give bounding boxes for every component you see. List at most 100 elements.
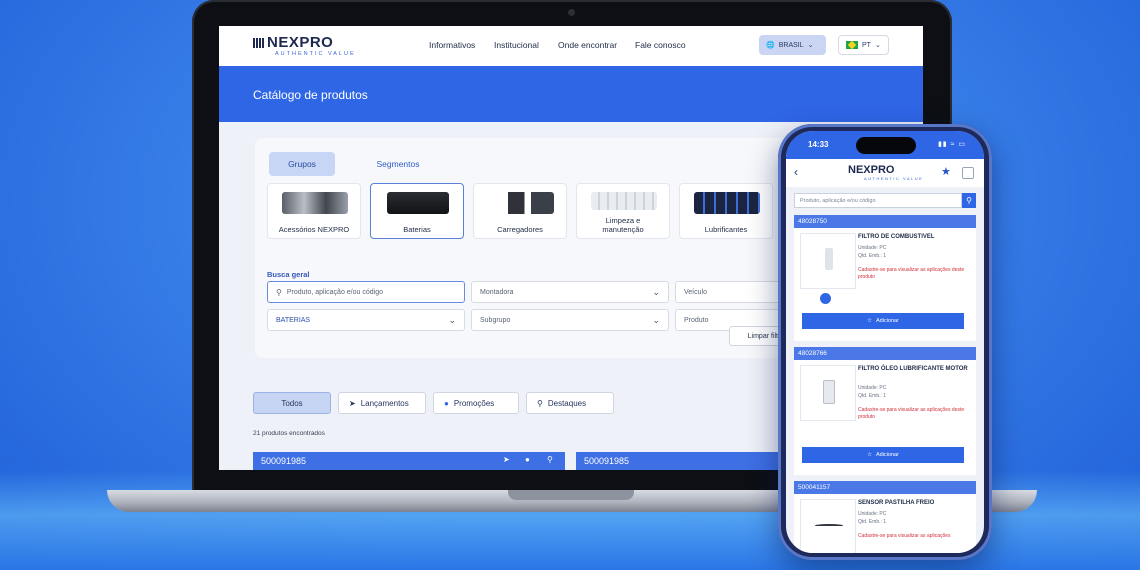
award-icon: ⚲ [547, 455, 553, 464]
product-code: 500091985 [584, 456, 630, 466]
product-unit: Unidade: PC [858, 385, 887, 391]
product-qty: Qtd. Emb.: 1 [858, 519, 887, 525]
search-icon: ⚲ [966, 196, 972, 205]
logo-tagline: AUTHENTIC VALUE [275, 51, 356, 57]
chevron-down-icon: ⌄ [652, 287, 660, 297]
rocket-icon: ➤ [503, 455, 510, 464]
montadora-value: Montadora [480, 288, 514, 296]
filter-promocoes[interactable]: ● Promoções [433, 392, 519, 414]
catalog-hero: Catálogo de produtos [219, 66, 923, 122]
list-item: 48028766 FILTRO ÓLEO LUBRIFICANTE MOTOR … [794, 347, 976, 475]
language-selector[interactable]: PT ⌄ [838, 35, 889, 55]
add-label: Adicionar [876, 318, 899, 324]
clock: 14:33 [808, 140, 829, 149]
product-image [800, 233, 856, 289]
group-baterias[interactable]: Baterias [370, 183, 464, 239]
subgrupo-select[interactable]: Subgrupo ⌄ [471, 309, 669, 331]
filter-label: Todos [281, 398, 303, 408]
promo-badge-icon [820, 293, 831, 304]
star-outline-icon: ☆ [867, 318, 872, 324]
star-outline-icon: ☆ [867, 452, 872, 458]
chevron-down-icon: ⌄ [652, 315, 660, 325]
product-image [800, 365, 856, 421]
add-label: Adicionar [876, 452, 899, 458]
product-code: 500091985 [261, 456, 307, 466]
sensor-shape [815, 524, 843, 527]
product-name: FILTRO DE COMBUSTIVEL [858, 234, 935, 240]
nav-fale-conosco[interactable]: Fale conosco [635, 40, 686, 50]
mobile-screen: 14:33 ▮▮ ≈ ▭ ‹ NEXPRO AUTHENTIC VALUE ★ … [786, 131, 984, 553]
nav-onde-encontrar[interactable]: Onde encontrar [558, 40, 617, 50]
group-list: Acessórios NEXPRO Baterias Carregadores … [267, 183, 773, 239]
product-unit: Unidade: PC [858, 511, 887, 517]
search-button[interactable]: ⚲ [962, 193, 976, 208]
favorites-star-icon[interactable]: ★ [941, 165, 951, 178]
cart-icon[interactable] [962, 167, 974, 179]
filter-todos[interactable]: Todos [253, 392, 331, 414]
tag-icon: ● [444, 398, 449, 408]
filter-destaques[interactable]: ⚲ Destaques [526, 392, 614, 414]
search-placeholder: Produto, aplicação e/ou código [286, 288, 383, 296]
product-card-header[interactable]: 500091985 [576, 452, 796, 470]
oil-filter-shape [823, 380, 835, 404]
add-button[interactable]: ☆ Adicionar [802, 447, 964, 463]
filter-lancamentos[interactable]: ➤ Lançamentos [338, 392, 426, 414]
logo-bars-icon [253, 38, 265, 48]
group-carregadores[interactable]: Carregadores [473, 183, 567, 239]
register-warning[interactable]: Cadastre-se para visualizar as aplicaçõe… [858, 267, 970, 281]
nav-institucional[interactable]: Institucional [494, 40, 539, 50]
region-selector[interactable]: 🌐 BRASIL ⌄ [759, 35, 826, 55]
search-icon: ⚲ [276, 287, 282, 297]
group-lubrificantes[interactable]: Lubrificantes [679, 183, 773, 239]
product-name: SENSOR PASTILHA FREIO [858, 500, 935, 506]
rocket-icon: ➤ [349, 398, 356, 408]
region-label: BRASIL [778, 41, 804, 49]
search-input[interactable]: ⚲ Produto, aplicação e/ou código [267, 281, 465, 303]
nav-informativos[interactable]: Informativos [429, 40, 475, 50]
search-placeholder: Produto, aplicação e/ou código [800, 197, 876, 204]
search-input[interactable]: Produto, aplicação e/ou código [794, 193, 962, 208]
filter-label: Destaques [547, 398, 587, 408]
group-label: Lubrificantes [704, 225, 748, 234]
accessories-image [282, 192, 348, 214]
logo-name: NEXPRO [848, 164, 895, 176]
back-arrow-icon[interactable]: ‹ [794, 165, 798, 179]
mobile-header: ‹ NEXPRO AUTHENTIC VALUE ★ [786, 159, 984, 187]
product-image [800, 499, 856, 553]
filter-label: Promoções [453, 398, 495, 408]
group-label: Limpeza e manutenção [602, 216, 644, 234]
veiculo-value: Veículo [684, 288, 707, 296]
top-navbar: NEXPRO AUTHENTIC VALUE Informativos Inst… [219, 26, 923, 66]
brazil-flag-icon [846, 40, 858, 50]
logo-tagline: AUTHENTIC VALUE [864, 176, 924, 181]
tag-icon: ● [525, 455, 530, 464]
grupo-select[interactable]: BATERIAS ⌄ [267, 309, 465, 331]
register-warning[interactable]: Cadastre-se para visualizar as aplicaçõe… [858, 407, 970, 421]
nexpro-logo[interactable]: NEXPRO AUTHENTIC VALUE [848, 164, 928, 181]
list-item: 500041157 SENSOR PASTILHA FREIO Unidade:… [794, 481, 976, 553]
add-button[interactable]: ☆ Adicionar [802, 313, 964, 329]
dynamic-island [856, 137, 916, 154]
lubricants-image [694, 192, 760, 214]
group-tabs: Grupos Segmentos [269, 152, 461, 176]
group-limpeza[interactable]: Limpeza e manutenção [576, 183, 670, 239]
group-acessorios[interactable]: Acessórios NEXPRO [267, 183, 361, 239]
register-warning[interactable]: Cadastre-se para visualizar as aplicaçõe… [858, 533, 970, 540]
product-qty: Qtd. Emb.: 1 [858, 393, 887, 399]
produto-value: Produto [684, 316, 709, 324]
subgrupo-value: Subgrupo [480, 316, 511, 324]
results-count: 21 produtos encontrados [253, 430, 325, 437]
product-unit: Unidade: PC [858, 245, 887, 251]
veiculo-select[interactable]: Veículo [675, 281, 785, 303]
product-code: 48028766 [794, 347, 976, 360]
product-name: FILTRO ÓLEO LUBRIFICANTE MOTOR [858, 366, 968, 372]
product-qty: Qtd. Emb.: 1 [858, 253, 887, 259]
tab-grupos[interactable]: Grupos [269, 152, 335, 176]
page-title: Catálogo de produtos [253, 88, 368, 102]
fuel-filter-shape [825, 248, 833, 270]
montadora-select[interactable]: Montadora ⌄ [471, 281, 669, 303]
product-card-header[interactable]: 500091985 ➤ ● ⚲ [253, 452, 565, 470]
laptop-notch [508, 490, 634, 500]
award-icon: ⚲ [537, 398, 543, 408]
tab-segmentos[interactable]: Segmentos [365, 152, 431, 176]
